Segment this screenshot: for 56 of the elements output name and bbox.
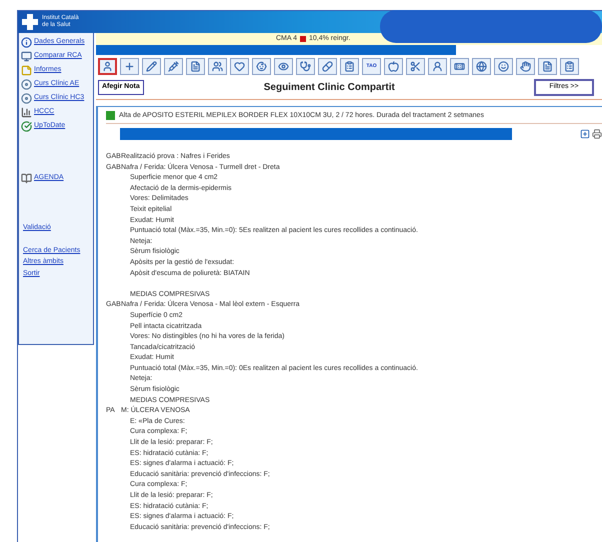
syringe-icon	[168, 61, 179, 72]
entry-status-icon	[106, 111, 115, 120]
toolbar-button[interactable]	[142, 58, 161, 75]
document-icon	[190, 61, 201, 72]
clipboard-icon	[564, 61, 575, 72]
toolbar-button[interactable]	[428, 58, 447, 75]
people-icon	[212, 61, 223, 72]
info-icon	[21, 37, 32, 48]
apple-icon	[388, 61, 399, 72]
toolbar-button[interactable]	[560, 58, 579, 75]
toolbar-button[interactable]	[450, 58, 469, 75]
heart-icon	[234, 61, 245, 72]
bandage-icon	[454, 61, 465, 72]
printer-icon[interactable]	[592, 129, 602, 139]
toolbar-button[interactable]	[98, 58, 117, 75]
toolbar-button[interactable]	[164, 58, 183, 75]
eye-icon	[278, 61, 289, 72]
page-title: Seguiment Clinic Compartit	[264, 80, 396, 95]
globe-icon	[476, 61, 487, 72]
disc-icon	[21, 93, 32, 104]
toolbar-button[interactable]	[494, 58, 513, 75]
toolbar-button[interactable]	[472, 58, 491, 75]
toolbar-button[interactable]	[208, 58, 227, 75]
toolbar-button[interactable]	[120, 58, 139, 75]
note-icon	[21, 65, 32, 76]
face-icon	[498, 61, 509, 72]
toolbar-button[interactable]	[406, 58, 425, 75]
document-icon	[542, 61, 553, 72]
toolbar-button[interactable]	[340, 58, 359, 75]
person-icon	[432, 61, 443, 72]
toolbar-button[interactable]	[274, 58, 293, 75]
person-icon	[102, 61, 113, 72]
toolbar-button[interactable]	[318, 58, 337, 75]
pill-icon	[322, 61, 333, 72]
monitor-icon	[21, 51, 32, 62]
toolbar-button[interactable]	[186, 58, 205, 75]
disc-icon	[21, 79, 32, 90]
cross-logo-icon	[22, 14, 38, 30]
baby-icon	[256, 61, 267, 72]
toolbar-button[interactable]	[384, 58, 403, 75]
pencil-icon	[146, 61, 157, 72]
status-square	[300, 36, 306, 42]
plus-icon	[124, 61, 135, 72]
hand-icon	[520, 61, 531, 72]
toolbar-button[interactable]	[538, 58, 557, 75]
plus-icon[interactable]	[580, 129, 590, 139]
toolbar-button[interactable]	[296, 58, 315, 75]
chart-icon	[21, 107, 32, 118]
toolbar-button[interactable]	[516, 58, 535, 75]
check-icon	[21, 121, 32, 132]
scissors-icon	[410, 61, 421, 72]
stethoscope-icon	[300, 61, 311, 72]
book-icon	[21, 173, 32, 184]
toolbar-button[interactable]	[230, 58, 249, 75]
clipboard-icon	[344, 61, 355, 72]
toolbar-button[interactable]	[252, 58, 271, 75]
